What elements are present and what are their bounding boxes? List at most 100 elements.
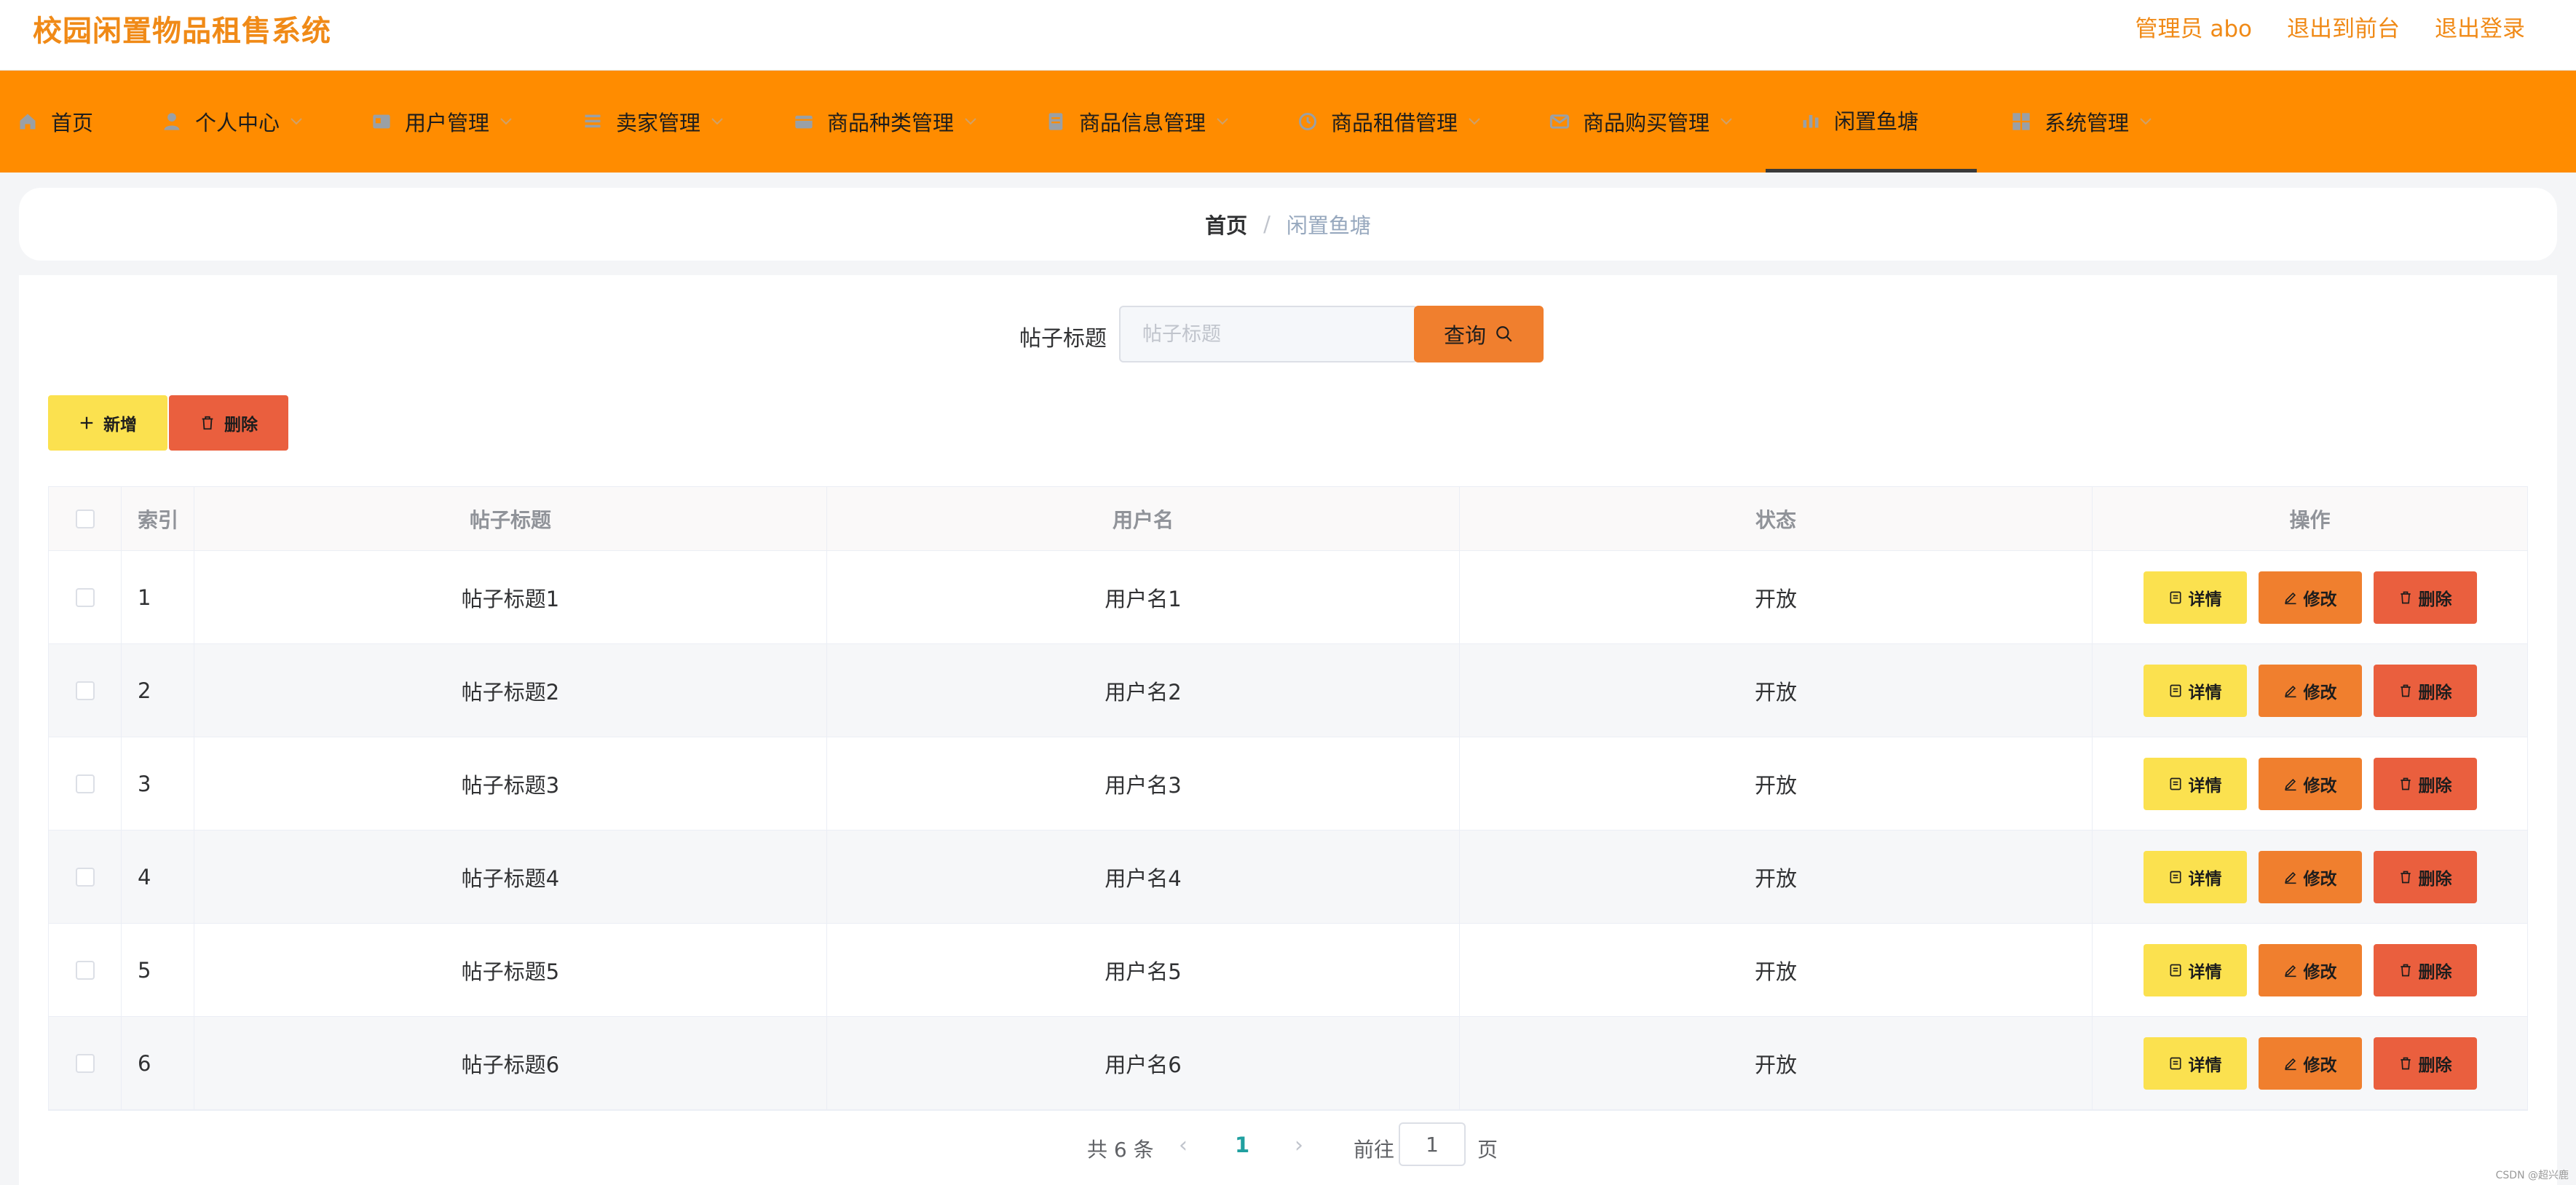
edit-label: 修改 <box>2303 962 2337 981</box>
row-status: 开放 <box>1460 551 2093 643</box>
row-operations: 详情 修改 删除 <box>2093 644 2527 737</box>
search-icon <box>1496 326 1512 342</box>
delete-button[interactable]: 删除 <box>2373 571 2477 624</box>
table-header-row: 索引 帖子标题 用户名 状态 操作 <box>49 487 2527 551</box>
edit-label: 修改 <box>2303 589 2337 609</box>
trash-icon <box>2400 777 2411 790</box>
detail-button[interactable]: 详情 <box>2143 850 2247 903</box>
detail-button[interactable]: 详情 <box>2143 664 2247 717</box>
batch-delete-button[interactable]: 删除 <box>169 395 288 451</box>
row-status: 开放 <box>1460 831 2093 923</box>
table-row: 3 帖子标题3 用户名3 开放 详情 修改 删除 <box>49 737 2527 831</box>
select-all-checkbox[interactable] <box>75 509 95 528</box>
trash-icon <box>2400 871 2411 883</box>
nav-item-purchase[interactable]: 商品购买管理 <box>1549 71 1733 173</box>
nav-item-fishpond[interactable]: 闲置鱼塘 <box>1766 71 1977 173</box>
edit-button[interactable]: 修改 <box>2258 943 2362 996</box>
edit-button[interactable]: 修改 <box>2258 757 2362 810</box>
nav-item-sellers[interactable]: 卖家管理 <box>582 71 724 173</box>
document-icon <box>2170 777 2181 790</box>
nav-label: 商品租借管理 <box>1331 111 1458 135</box>
row-operations: 详情 修改 删除 <box>2093 831 2527 923</box>
trash-icon <box>2400 591 2411 603</box>
edit-icon <box>2284 592 2296 604</box>
breadcrumb: 首页 / 闲置鱼塘 <box>19 188 2557 261</box>
row-checkbox[interactable] <box>75 1053 95 1073</box>
edit-label: 修改 <box>2303 868 2337 888</box>
document-icon <box>2170 591 2181 603</box>
row-checkbox[interactable] <box>75 960 95 980</box>
add-button[interactable]: 新增 <box>48 395 167 451</box>
page-number-current[interactable]: 1 <box>1235 1133 1249 1157</box>
nav-item-users[interactable]: 用户管理 <box>371 71 513 173</box>
delete-button[interactable]: 删除 <box>2373 943 2477 996</box>
edit-button[interactable]: 修改 <box>2258 571 2362 624</box>
chevron-down-icon <box>500 118 512 125</box>
delete-button[interactable]: 删除 <box>2373 1037 2477 1090</box>
top-header: 校园闲置物品租售系统 管理员 abo 退出到前台 退出登录 <box>0 0 2576 71</box>
detail-button[interactable]: 详情 <box>2143 1037 2247 1090</box>
prev-page-button[interactable]: ‹ <box>1179 1133 1188 1158</box>
row-operations: 详情 修改 删除 <box>2093 551 2527 643</box>
logout-link[interactable]: 退出登录 <box>2435 10 2525 43</box>
table-row: 2 帖子标题2 用户名2 开放 详情 修改 删除 <box>49 644 2527 737</box>
table-row: 6 帖子标题6 用户名6 开放 详情 修改 删除 <box>49 1017 2527 1110</box>
detail-label: 详情 <box>2188 589 2222 609</box>
nav-label: 商品信息管理 <box>1079 111 1206 135</box>
row-status: 开放 <box>1460 644 2093 737</box>
header-status: 状态 <box>1460 487 2093 550</box>
edit-button[interactable]: 修改 <box>2258 1037 2362 1090</box>
search-input[interactable] <box>1119 306 1418 362</box>
admin-label[interactable]: 管理员 abo <box>2136 10 2253 43</box>
row-index: 3 <box>122 737 194 830</box>
edit-icon <box>2284 778 2296 790</box>
row-checkbox[interactable] <box>75 587 95 607</box>
nav-label: 卖家管理 <box>616 111 701 135</box>
edit-button[interactable]: 修改 <box>2258 664 2362 717</box>
nav-label: 闲置鱼塘 <box>1834 108 1919 134</box>
row-index: 6 <box>122 1017 194 1109</box>
page-jump-input[interactable] <box>1399 1122 1466 1166</box>
detail-label: 详情 <box>2188 775 2222 795</box>
nav-item-system[interactable]: 系统管理 <box>2011 71 2152 173</box>
delete-label: 删除 <box>2418 775 2452 795</box>
trash-icon <box>2400 684 2411 697</box>
row-title: 帖子标题5 <box>194 924 827 1016</box>
row-user: 用户名6 <box>827 1017 1460 1109</box>
document-icon <box>2170 684 2181 697</box>
row-operations: 详情 修改 删除 <box>2093 924 2527 1016</box>
nav-item-category[interactable]: 商品种类管理 <box>794 71 977 173</box>
box-icon <box>795 115 813 129</box>
nav-item-rental[interactable]: 商品租借管理 <box>1297 71 1481 173</box>
row-checkbox[interactable] <box>75 867 95 887</box>
query-button[interactable]: 查询 <box>1414 306 1544 362</box>
edit-label: 修改 <box>2303 1055 2337 1074</box>
delete-button[interactable]: 删除 <box>2373 850 2477 903</box>
delete-label: 删除 <box>2418 1055 2452 1074</box>
row-checkbox[interactable] <box>75 681 95 700</box>
next-page-button[interactable]: › <box>1295 1133 1303 1158</box>
row-index: 5 <box>122 924 194 1016</box>
document-icon <box>2170 871 2181 883</box>
document-icon <box>1048 113 1063 130</box>
header-operations: 操作 <box>2289 507 2331 532</box>
row-status: 开放 <box>1460 737 2093 830</box>
nav-item-personal[interactable]: 个人中心 <box>162 71 303 173</box>
edit-label: 修改 <box>2303 682 2337 702</box>
nav-item-home[interactable]: 首页 <box>17 71 93 173</box>
chevron-down-icon <box>291 118 302 125</box>
breadcrumb-current: 闲置鱼塘 <box>1286 213 1371 238</box>
delete-button[interactable]: 删除 <box>2373 757 2477 810</box>
nav-item-goods-info[interactable]: 商品信息管理 <box>1046 71 1229 173</box>
row-checkbox[interactable] <box>75 774 95 793</box>
exit-to-front-link[interactable]: 退出到前台 <box>2287 10 2400 43</box>
edit-button[interactable]: 修改 <box>2258 850 2362 903</box>
detail-button[interactable]: 详情 <box>2143 757 2247 810</box>
detail-button[interactable]: 详情 <box>2143 571 2247 624</box>
breadcrumb-home[interactable]: 首页 <box>1205 209 1247 239</box>
row-title: 帖子标题6 <box>194 1017 827 1109</box>
delete-button[interactable]: 删除 <box>2373 664 2477 717</box>
table-row: 5 帖子标题5 用户名5 开放 详情 修改 删除 <box>49 924 2527 1017</box>
detail-button[interactable]: 详情 <box>2143 943 2247 996</box>
header-user: 用户名 <box>827 487 1460 550</box>
